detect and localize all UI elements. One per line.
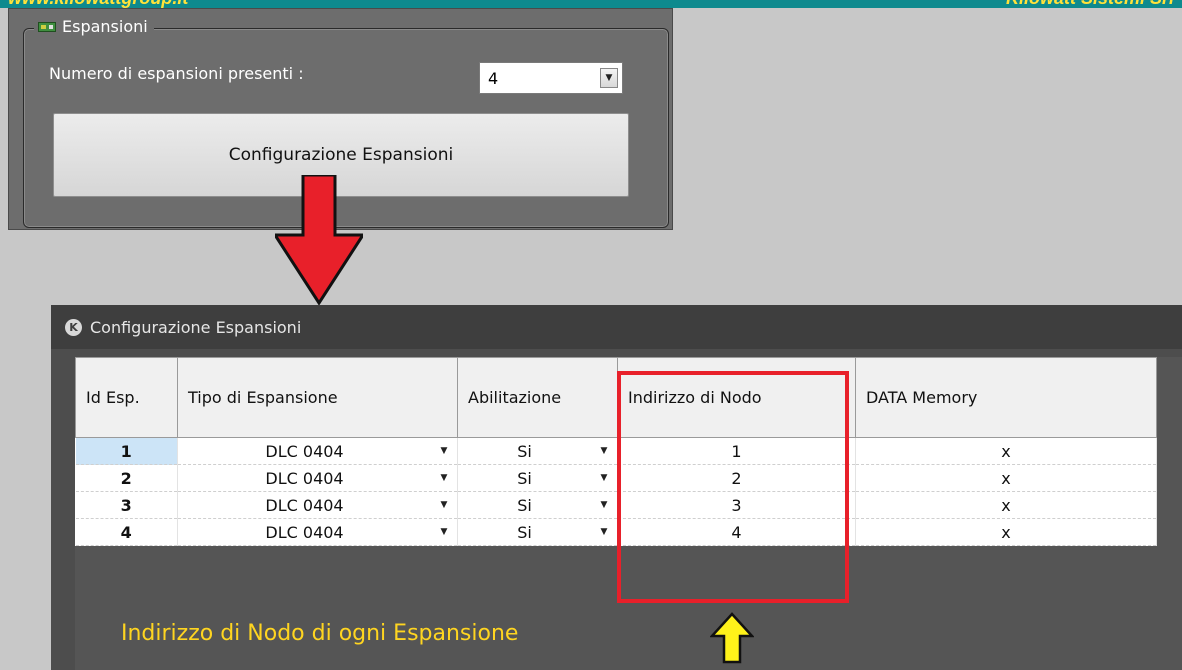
cell-data-memory[interactable]: x bbox=[855, 437, 1157, 465]
column-header-data-memory[interactable]: DATA Memory bbox=[855, 357, 1157, 438]
app-logo-icon: K bbox=[65, 318, 82, 336]
yellow-up-arrow-icon bbox=[710, 612, 754, 664]
cell-enable[interactable]: Si ▼ bbox=[457, 518, 618, 546]
top-banner: www.kilowattgroup.it Kilowatt Sistemi Sr… bbox=[0, 0, 1182, 8]
node-address-caption: Indirizzo di Nodo di ogni Espansione bbox=[121, 621, 519, 646]
chevron-down-icon[interactable]: ▼ bbox=[431, 473, 457, 483]
cell-enable-value: Si bbox=[517, 522, 532, 542]
expansions-legend: Espansioni bbox=[34, 17, 154, 36]
cell-node-address[interactable]: 2 bbox=[617, 464, 856, 492]
cell-enable-value: Si bbox=[517, 468, 532, 488]
column-header-enable[interactable]: Abilitazione bbox=[457, 357, 618, 438]
banner-right-text: Kilowatt Sistemi Srl bbox=[1006, 0, 1174, 8]
configuration-window: K Configurazione Espansioni Id Esp. Tipo… bbox=[51, 305, 1182, 670]
chevron-down-icon[interactable]: ▼ bbox=[431, 527, 457, 537]
cell-node-address[interactable]: 4 bbox=[617, 518, 856, 546]
table-row[interactable]: 2 DLC 0404 ▼ Si ▼ 2 x bbox=[75, 464, 1157, 492]
expansions-legend-label: Espansioni bbox=[62, 17, 148, 36]
cell-data-memory[interactable]: x bbox=[855, 518, 1157, 546]
chevron-down-icon[interactable]: ▼ bbox=[600, 68, 618, 88]
cell-type-value: DLC 0404 bbox=[265, 522, 344, 542]
cell-data-memory[interactable]: x bbox=[855, 491, 1157, 519]
cell-node-address[interactable]: 1 bbox=[617, 437, 856, 465]
chevron-down-icon[interactable]: ▼ bbox=[591, 500, 617, 510]
chevron-down-icon[interactable]: ▼ bbox=[591, 527, 617, 537]
table-header-row: Id Esp. Tipo di Espansione Abilitazione … bbox=[75, 357, 1157, 438]
circuit-board-icon bbox=[38, 21, 56, 32]
cell-type[interactable]: DLC 0404 ▼ bbox=[177, 437, 458, 465]
column-header-type[interactable]: Tipo di Espansione bbox=[177, 357, 458, 438]
expansion-count-value: 4 bbox=[488, 68, 499, 88]
chevron-down-icon[interactable]: ▼ bbox=[431, 446, 457, 456]
cell-type-value: DLC 0404 bbox=[265, 441, 344, 461]
cell-data-memory[interactable]: x bbox=[855, 464, 1157, 492]
configuration-window-titlebar: K Configurazione Espansioni bbox=[51, 305, 1182, 349]
chevron-down-icon[interactable]: ▼ bbox=[591, 473, 617, 483]
banner-left-text: www.kilowattgroup.it bbox=[8, 0, 188, 8]
expansion-count-label: Numero di espansioni presenti : bbox=[49, 64, 304, 83]
cell-enable[interactable]: Si ▼ bbox=[457, 437, 618, 465]
cell-type[interactable]: DLC 0404 ▼ bbox=[177, 518, 458, 546]
chevron-down-icon[interactable]: ▼ bbox=[591, 446, 617, 456]
table-row[interactable]: 4 DLC 0404 ▼ Si ▼ 4 x bbox=[75, 518, 1157, 546]
cell-type[interactable]: DLC 0404 ▼ bbox=[177, 491, 458, 519]
cell-enable-value: Si bbox=[517, 495, 532, 515]
cell-enable[interactable]: Si ▼ bbox=[457, 491, 618, 519]
cell-enable[interactable]: Si ▼ bbox=[457, 464, 618, 492]
expansions-table: Id Esp. Tipo di Espansione Abilitazione … bbox=[75, 357, 1157, 546]
configuration-window-body: Id Esp. Tipo di Espansione Abilitazione … bbox=[75, 357, 1182, 670]
cell-type[interactable]: DLC 0404 ▼ bbox=[177, 464, 458, 492]
table-row[interactable]: 3 DLC 0404 ▼ Si ▼ 3 x bbox=[75, 491, 1157, 519]
chevron-down-icon[interactable]: ▼ bbox=[431, 500, 457, 510]
cell-id[interactable]: 2 bbox=[75, 464, 178, 492]
column-header-node-address[interactable]: Indirizzo di Nodo bbox=[617, 357, 856, 438]
cell-id[interactable]: 4 bbox=[75, 518, 178, 546]
expansion-count-select[interactable]: 4 ▼ bbox=[479, 62, 623, 94]
cell-type-value: DLC 0404 bbox=[265, 468, 344, 488]
red-down-arrow-icon bbox=[275, 175, 363, 305]
column-header-id[interactable]: Id Esp. bbox=[75, 357, 178, 438]
cell-enable-value: Si bbox=[517, 441, 532, 461]
table-row[interactable]: 1 DLC 0404 ▼ Si ▼ 1 x bbox=[75, 437, 1157, 465]
cell-id[interactable]: 1 bbox=[75, 437, 178, 465]
cell-type-value: DLC 0404 bbox=[265, 495, 344, 515]
cell-id[interactable]: 3 bbox=[75, 491, 178, 519]
configuration-window-title: Configurazione Espansioni bbox=[90, 317, 302, 337]
cell-node-address[interactable]: 3 bbox=[617, 491, 856, 519]
